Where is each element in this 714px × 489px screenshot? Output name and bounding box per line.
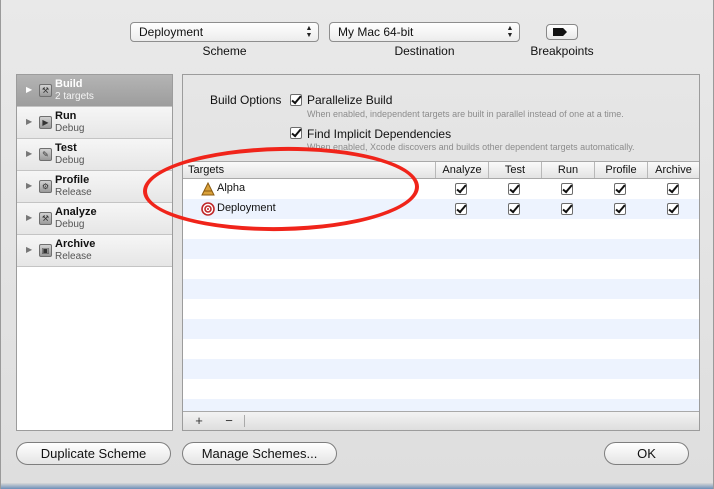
checkmark-icon: [291, 126, 302, 138]
disclosure-triangle-icon[interactable]: ▶: [26, 181, 32, 190]
implicit-dependencies-desc: When enabled, Xcode discovers and builds…: [307, 142, 635, 152]
checkmark-icon: [668, 182, 679, 194]
disclosure-triangle-icon[interactable]: ▶: [26, 213, 32, 222]
destination-popup-value: My Mac 64-bit: [338, 25, 414, 39]
sidebar-item-label: Build: [55, 78, 83, 90]
ok-button[interactable]: OK: [604, 442, 689, 465]
manage-schemes-button[interactable]: Manage Schemes...: [182, 442, 337, 465]
test-checkbox[interactable]: [508, 182, 520, 195]
popup-arrows-icon: ▲ ▼: [506, 25, 514, 39]
checkmark-icon: [615, 182, 626, 194]
column-header-analyze[interactable]: Analyze: [435, 162, 488, 178]
table-row: [183, 379, 699, 399]
profile-icon: ⚙: [39, 180, 52, 193]
sidebar-item-sub: Release: [55, 187, 92, 198]
archive-checkbox[interactable]: [667, 202, 679, 215]
implicit-dependencies-title: Find Implicit Dependencies: [307, 127, 452, 141]
parallelize-build-title: Parallelize Build: [307, 93, 393, 107]
parallelize-build-checkbox[interactable]: [290, 93, 302, 106]
sidebar-item-sub: Debug: [55, 155, 85, 166]
sidebar-item-sub: 2 targets: [55, 91, 94, 102]
sidebar-item-label: Run: [55, 110, 77, 122]
disclosure-triangle-icon[interactable]: ▶: [26, 85, 32, 94]
table-row: [183, 399, 699, 411]
destination-label: Destination: [394, 44, 455, 58]
checkmark-icon: [615, 202, 626, 214]
table-row: [183, 259, 699, 279]
checkmark-icon: [509, 182, 520, 194]
add-target-button[interactable]: +: [189, 413, 209, 429]
build-panel: Build Options Parallelize Build When ena…: [182, 74, 700, 431]
column-header-archive[interactable]: Archive: [647, 162, 699, 178]
breakpoints-button[interactable]: [546, 24, 578, 40]
sidebar-item-label: Test: [55, 142, 77, 154]
sidebar-item-sub: Debug: [55, 219, 85, 230]
checkmark-icon: [456, 182, 467, 194]
analyze-checkbox[interactable]: [455, 202, 467, 215]
checkmark-icon: [668, 202, 679, 214]
scheme-popup-value: Deployment: [139, 25, 204, 39]
test-icon: ✎: [39, 148, 52, 161]
breakpoints-label: Breakpoints: [530, 44, 594, 58]
sidebar-item-run[interactable]: ▶ ▶ Run Debug: [17, 107, 172, 139]
implicit-dependencies-checkbox[interactable]: [290, 126, 302, 139]
sidebar-item-archive[interactable]: ▶ ▣ Archive Release: [17, 235, 172, 267]
archive-checkbox[interactable]: [667, 182, 679, 195]
profile-checkbox[interactable]: [614, 182, 626, 195]
destination-popup[interactable]: My Mac 64-bit ▲ ▼: [329, 22, 520, 42]
run-checkbox[interactable]: [561, 182, 573, 195]
remove-target-button[interactable]: −: [219, 413, 239, 429]
sidebar-item-label: Profile: [55, 174, 90, 186]
sidebar-item-label: Archive: [55, 238, 96, 250]
build-options-label: Build Options: [210, 93, 282, 107]
checkmark-icon: [509, 202, 520, 214]
table-row: [183, 339, 699, 359]
actions-sidebar: ▶ ⚒ Build 2 targets ▶ ▶ Run Debug ▶ ✎ Te…: [16, 74, 173, 431]
bottom-bar-divider: [244, 415, 245, 427]
sidebar-item-build[interactable]: ▶ ⚒ Build 2 targets: [17, 75, 172, 107]
analyze-icon: ⚒: [39, 212, 52, 225]
duplicate-scheme-button[interactable]: Duplicate Scheme: [16, 442, 171, 465]
disclosure-triangle-icon[interactable]: ▶: [26, 245, 32, 254]
sidebar-item-test[interactable]: ▶ ✎ Test Debug: [17, 139, 172, 171]
column-header-run[interactable]: Run: [541, 162, 594, 178]
sidebar-item-analyze[interactable]: ▶ ⚒ Analyze Debug: [17, 203, 172, 235]
sidebar-item-sub: Debug: [55, 123, 85, 134]
scheme-popup[interactable]: Deployment ▲ ▼: [130, 22, 319, 42]
sidebar-item-sub: Release: [55, 251, 92, 262]
build-icon: ⚒: [39, 84, 52, 97]
column-header-test[interactable]: Test: [488, 162, 541, 178]
popup-arrows-icon: ▲ ▼: [305, 25, 313, 39]
table-row: [183, 239, 699, 259]
scheme-label: Scheme: [202, 44, 247, 58]
breakpoint-icon: [553, 28, 567, 36]
table-row: [183, 299, 699, 319]
column-header-profile[interactable]: Profile: [594, 162, 647, 178]
checkmark-icon: [562, 202, 573, 214]
sidebar-item-label: Analyze: [55, 206, 97, 218]
run-icon: ▶: [39, 116, 52, 129]
checkmark-icon: [456, 202, 467, 214]
analyze-checkbox[interactable]: [455, 182, 467, 195]
test-checkbox[interactable]: [508, 202, 520, 215]
disclosure-triangle-icon[interactable]: ▶: [26, 117, 32, 126]
run-checkbox[interactable]: [561, 202, 573, 215]
table-row: [183, 319, 699, 339]
parallelize-build-desc: When enabled, independent targets are bu…: [307, 109, 624, 119]
table-row: [183, 279, 699, 299]
profile-checkbox[interactable]: [614, 202, 626, 215]
checkmark-icon: [291, 93, 302, 105]
checkmark-icon: [562, 182, 573, 194]
disclosure-triangle-icon[interactable]: ▶: [26, 149, 32, 158]
scheme-editor-sheet: Deployment ▲ ▼ Scheme My Mac 64-bit ▲ ▼ De…: [0, 0, 714, 489]
table-bottom-bar: + −: [183, 412, 699, 430]
table-row: [183, 359, 699, 379]
archive-icon: ▣: [39, 244, 52, 257]
